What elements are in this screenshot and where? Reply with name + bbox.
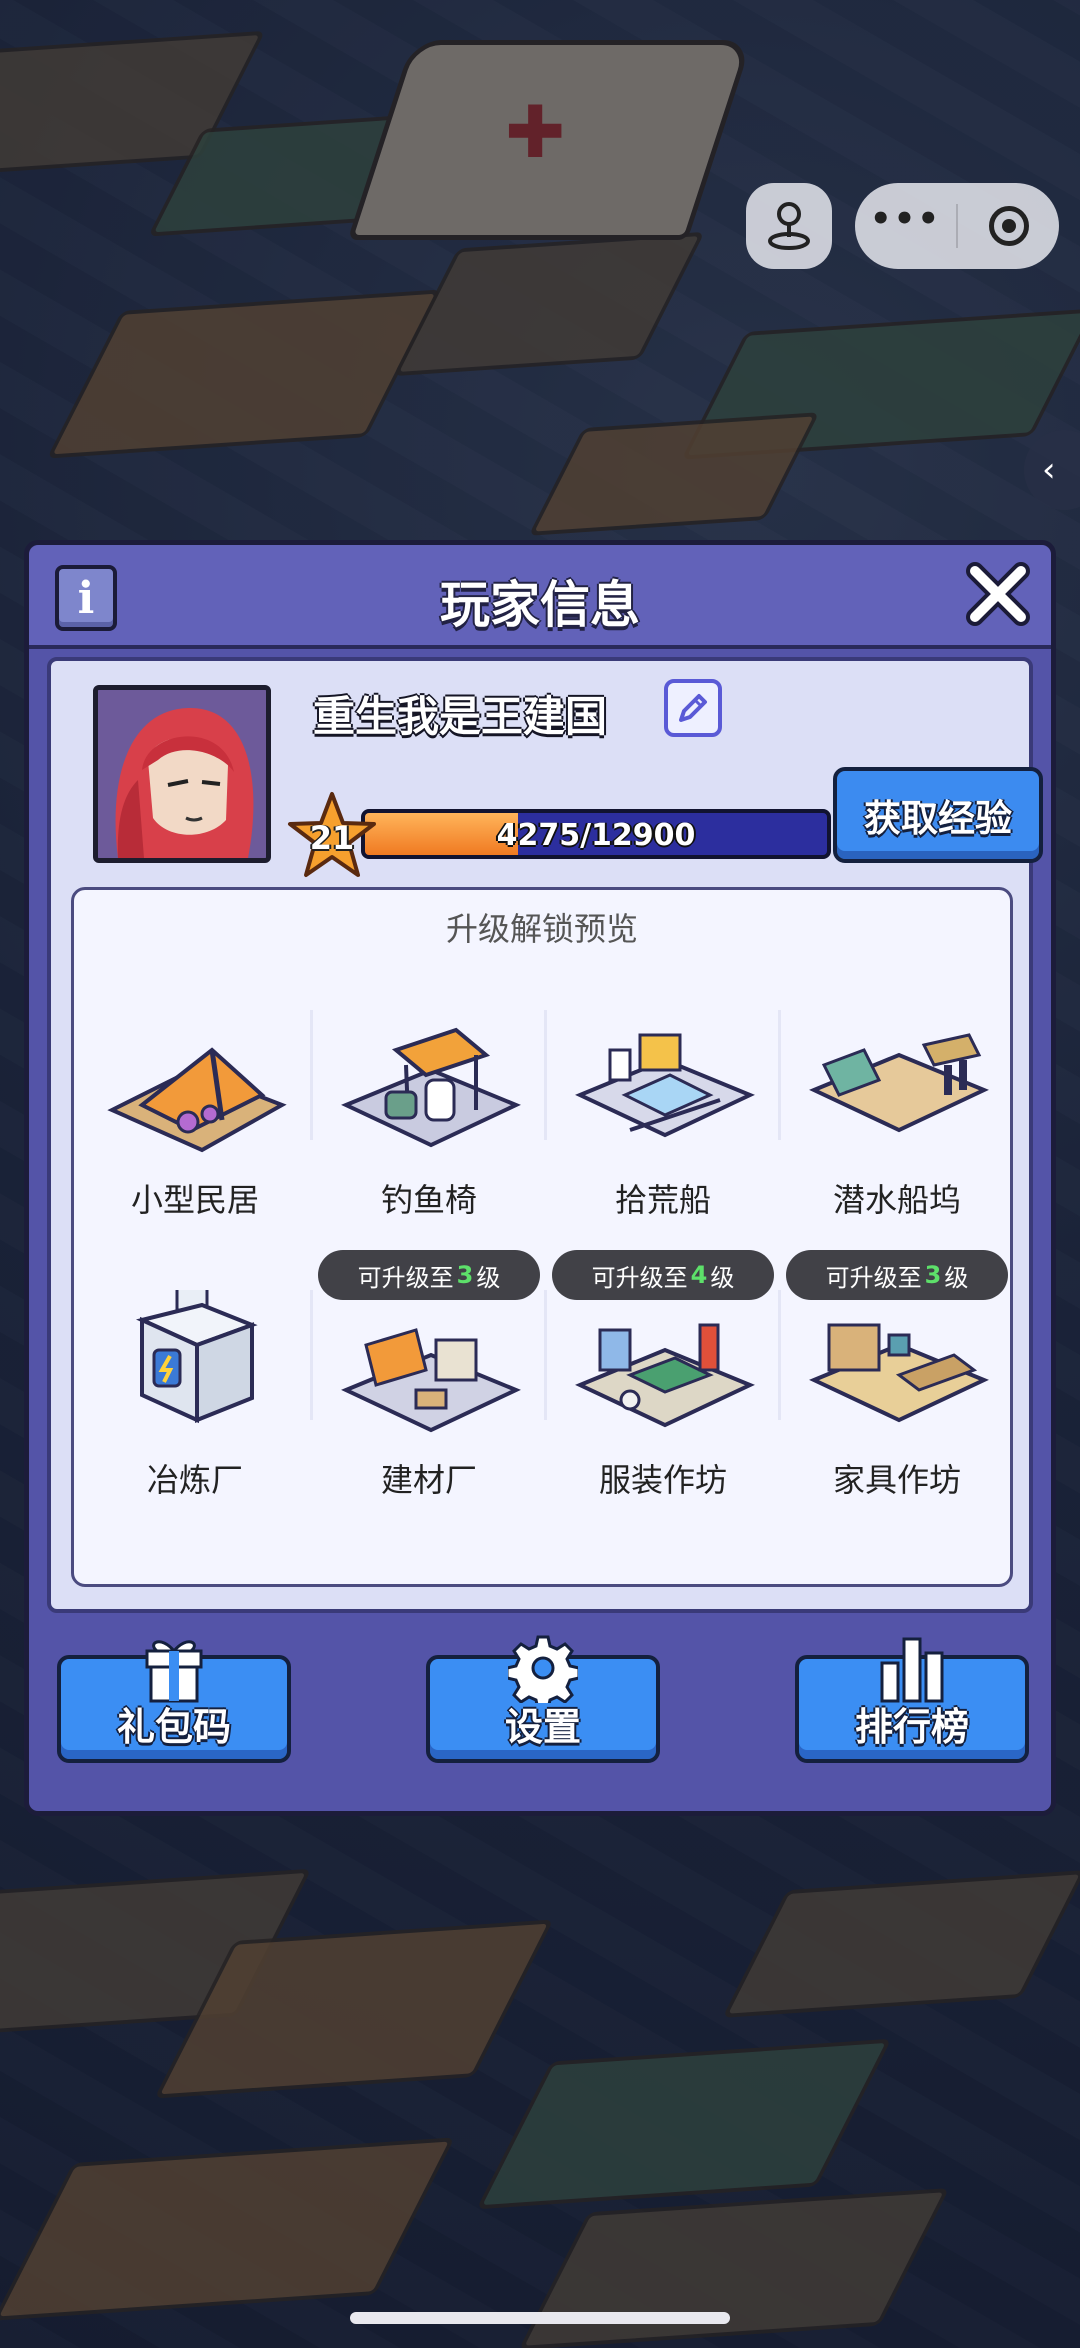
- dive-dock-icon: [809, 1033, 989, 1133]
- unlock-item-smelter[interactable]: 冶炼厂: [82, 1250, 308, 1520]
- player-info-panel: i 玩家信息 重生我是王建国 4275/12900 21 获取经验 升级解锁预览…: [24, 540, 1056, 1816]
- unlock-item-name: 钓鱼椅: [380, 1181, 477, 1219]
- unlock-item-clothing-workshop[interactable]: 服装作坊 可升级至 4 级: [550, 1250, 776, 1520]
- gift-icon: [61, 1633, 287, 1703]
- unlock-item-name: 冶炼厂: [146, 1461, 243, 1499]
- smelter-icon: [135, 1290, 258, 1424]
- miniprogram-capsule: •••: [855, 183, 1059, 269]
- panel-title: 玩家信息: [440, 576, 640, 634]
- exit-miniprogram-button[interactable]: [958, 183, 1059, 269]
- unlock-item-name: 小型民居: [130, 1181, 259, 1219]
- badge-level: 3: [924, 1261, 942, 1289]
- unlock-item-building-materials-factory[interactable]: 建材厂 可升级至 3 级: [316, 1250, 542, 1520]
- unlock-item-name: 建材厂: [380, 1461, 477, 1499]
- furniture-workshop-icon: [809, 1323, 989, 1423]
- unlock-item-name: 家具作坊: [832, 1461, 961, 1499]
- gift-code-button[interactable]: 礼包码: [57, 1640, 291, 1763]
- settings-button[interactable]: 设置: [426, 1635, 660, 1763]
- unlock-item-fishing-chair[interactable]: 钓鱼椅: [316, 970, 542, 1240]
- player-name: 重生我是王建国: [313, 692, 608, 741]
- small-house-icon: [107, 1047, 287, 1153]
- unlock-preview-panel: 升级解锁预览 小型民居 钓鱼椅 拾荒船 潜水船坞 冶炼厂 建材厂 可升级至 3 …: [71, 887, 1013, 1587]
- xp-progress-text: 4275/12900: [496, 818, 696, 853]
- joystick-icon: [768, 202, 810, 250]
- leaderboard-button[interactable]: 排行榜: [795, 1637, 1029, 1763]
- badge-suffix: 级: [476, 1263, 501, 1292]
- get-xp-button[interactable]: 获取经验: [833, 767, 1043, 863]
- unlock-item-small-house[interactable]: 小型民居: [82, 970, 308, 1240]
- panel-body: 重生我是王建国 4275/12900 21 获取经验 升级解锁预览 小型民居 钓…: [47, 657, 1043, 1613]
- column-divider: [778, 1290, 781, 1420]
- xp-progress-bar: 4275/12900: [361, 809, 831, 859]
- upgrade-badge: 可升级至 3 级: [318, 1250, 540, 1300]
- avatar[interactable]: [93, 685, 271, 863]
- level-star-badge: 21: [287, 791, 377, 881]
- close-x-icon: [966, 562, 1030, 626]
- joystick-button[interactable]: [746, 183, 832, 269]
- unlock-preview-title: 升级解锁预览: [445, 910, 638, 948]
- badge-prefix: 可升级至: [591, 1263, 688, 1292]
- settings-label: 设置: [504, 1705, 581, 1749]
- unlock-item-furniture-workshop[interactable]: 家具作坊 可升级至 3 级: [784, 1250, 1010, 1520]
- gear-icon: [430, 1633, 656, 1703]
- gift-code-label: 礼包码: [116, 1705, 231, 1749]
- close-button[interactable]: [963, 559, 1033, 629]
- unlock-item-name: 潜水船坞: [832, 1181, 961, 1219]
- column-divider: [310, 1290, 313, 1420]
- badge-level: 4: [690, 1261, 708, 1289]
- column-divider: [544, 1010, 547, 1140]
- badge-level: 3: [456, 1261, 474, 1289]
- leaderboard-label: 排行榜: [854, 1705, 969, 1749]
- materials-factory-icon: [341, 1328, 521, 1433]
- more-button[interactable]: •••: [855, 183, 956, 269]
- upgrade-badge: 可升级至 3 级: [786, 1250, 1008, 1300]
- scavenger-boat-icon: [575, 1033, 755, 1138]
- player-portrait: [98, 690, 266, 858]
- more-dots-icon: •••: [869, 199, 942, 239]
- unlock-item-scavenger-boat[interactable]: 拾荒船: [550, 970, 776, 1240]
- clothing-workshop-icon: [575, 1323, 755, 1428]
- target-circle-icon: [988, 206, 1029, 246]
- chevron-left-icon: ‹: [1042, 450, 1056, 490]
- panel-titlebar: i 玩家信息: [29, 545, 1051, 649]
- bar-chart-icon: [799, 1633, 1025, 1703]
- upgrade-badge: 可升级至 4 级: [552, 1250, 774, 1300]
- home-indicator[interactable]: [350, 2312, 730, 2324]
- badge-prefix: 可升级至: [825, 1263, 922, 1292]
- pencil-icon: [679, 694, 707, 722]
- column-divider: [544, 1290, 547, 1420]
- unlock-item-name: 拾荒船: [614, 1181, 711, 1219]
- badge-suffix: 级: [710, 1263, 735, 1292]
- player-level: 21: [309, 819, 355, 857]
- column-divider: [778, 1010, 781, 1140]
- edit-name-button[interactable]: [664, 679, 722, 737]
- unlock-item-dive-dock[interactable]: 潜水船坞: [784, 970, 1010, 1240]
- badge-prefix: 可升级至: [357, 1263, 454, 1292]
- unlock-item-name: 服装作坊: [598, 1461, 727, 1499]
- fishing-chair-icon: [341, 1027, 521, 1148]
- column-divider: [310, 1010, 313, 1140]
- badge-suffix: 级: [944, 1263, 969, 1292]
